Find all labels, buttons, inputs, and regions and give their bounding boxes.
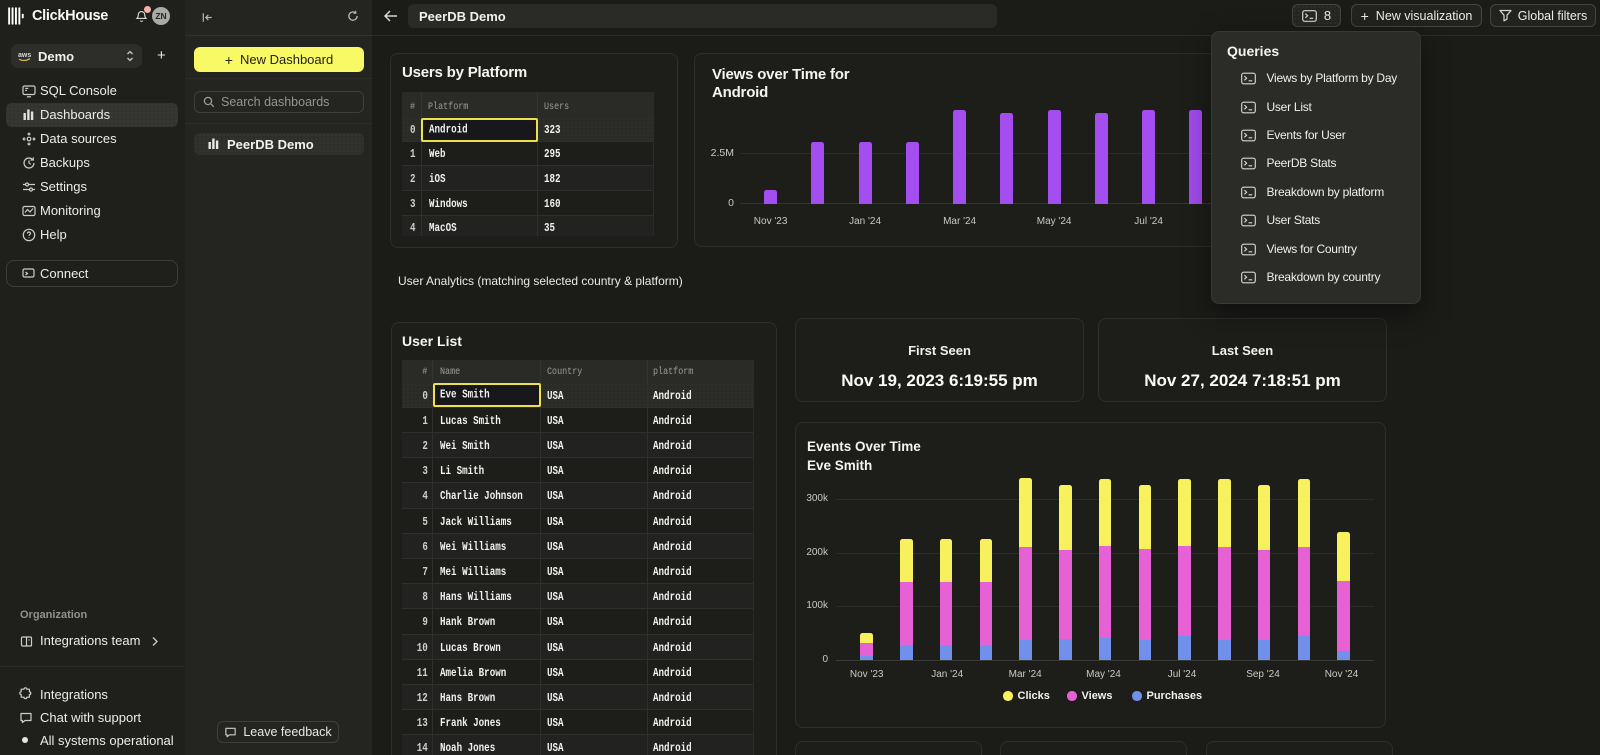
svg-text:aws: aws (18, 52, 31, 59)
